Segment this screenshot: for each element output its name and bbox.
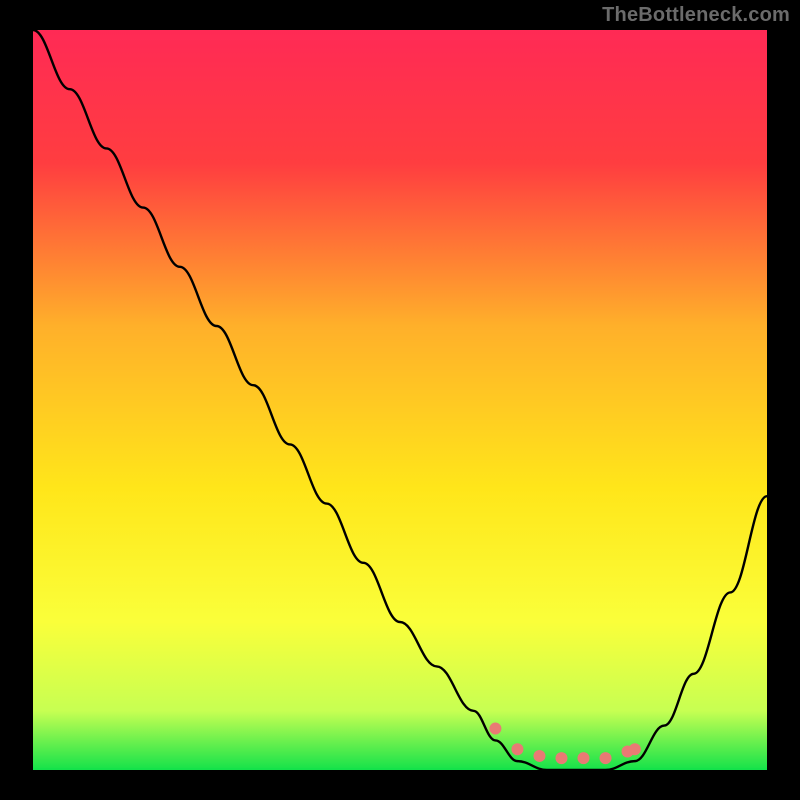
plot-background [33, 30, 767, 770]
optimum-marker [489, 723, 501, 735]
watermark-text: TheBottleneck.com [602, 4, 790, 27]
baseline-band [33, 768, 767, 770]
chart-frame: TheBottleneck.com [0, 0, 800, 800]
chart-svg [0, 0, 800, 800]
optimum-marker [578, 752, 590, 764]
optimum-marker [600, 752, 612, 764]
optimum-marker [629, 743, 641, 755]
optimum-marker [511, 743, 523, 755]
optimum-marker [555, 752, 567, 764]
optimum-marker [533, 750, 545, 762]
